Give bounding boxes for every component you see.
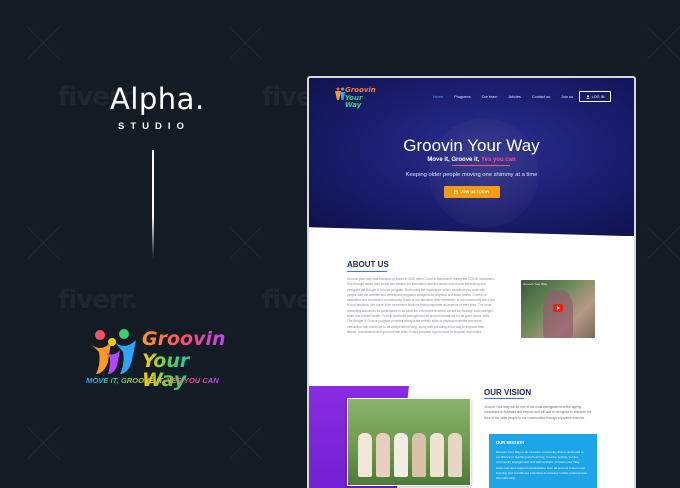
hero-underline: [452, 165, 510, 166]
nav-item-join-us[interactable]: Join us: [561, 95, 573, 99]
hero-subtitle-highlight: Yes you can: [480, 157, 516, 163]
main-nav: Home Programs Our team Articles Contact …: [433, 95, 573, 99]
login-label: LOG IN: [591, 94, 605, 99]
hero-subtitle-prefix: Move it, Groove it,: [427, 157, 480, 163]
watermark-cross-icon: [222, 220, 268, 266]
watermark-cross-icon: [640, 20, 680, 66]
intro-video[interactable]: Groovin Your Way: [521, 280, 595, 338]
hero-section: Groovin Your Way Home Programs Our team …: [309, 78, 634, 236]
dancing-figures-icon: [335, 87, 345, 100]
website-mockup: Groovin Your Way Home Programs Our team …: [307, 76, 636, 488]
vision-underline: [484, 398, 524, 399]
about-underline: [347, 271, 387, 272]
watermark-cross-icon: [20, 420, 66, 466]
hero-subtitle: Move it, Groove it, Yes you can: [309, 157, 634, 163]
video-thumbnail-person: [543, 290, 573, 338]
watermark-cross-icon: [20, 220, 66, 266]
hero-description: Keeping older people moving one shimmy a…: [405, 172, 538, 178]
site-logo-line1: Groovin: [345, 86, 376, 94]
nav-item-our-team[interactable]: Our team: [482, 95, 498, 99]
watermark-cross-icon: [222, 420, 268, 466]
play-icon[interactable]: [553, 304, 563, 312]
join-us-button[interactable]: JOIN US TODAY: [444, 186, 500, 198]
mission-text: Groovin Your Way is an inclusive communi…: [496, 450, 587, 481]
login-button[interactable]: LOG IN: [579, 91, 611, 102]
logo-line1: Groovin: [142, 328, 226, 350]
video-title: Groovin Your Way: [523, 282, 548, 286]
user-icon: [585, 94, 590, 99]
dancing-figures-icon: [89, 329, 136, 374]
brand-title: Alpha.: [110, 82, 205, 116]
calendar-icon: [454, 190, 459, 194]
nav-item-contact-us[interactable]: Contact us: [532, 95, 550, 99]
vision-heading: OUR VISION: [484, 388, 532, 397]
nav-item-articles[interactable]: Articles: [508, 95, 520, 99]
watermark-cross-icon: [640, 220, 680, 266]
site-logo[interactable]: Groovin Your Way: [335, 85, 376, 109]
site-logo-line2: Your Way: [345, 94, 363, 109]
nav-item-home[interactable]: Home: [433, 95, 443, 99]
watermark-text: fiverr.: [58, 285, 139, 315]
logo-tagline: MOVE IT, GROOVE IT, YES YOU CAN: [86, 376, 219, 385]
client-logo: Groovin Your Way MOVE IT, GROOVE IT, YES…: [86, 328, 236, 394]
watermark-cross-icon: [20, 20, 66, 66]
vision-text: Groovin Your Way will be one of the most…: [484, 405, 592, 420]
about-heading: ABOUT US: [347, 260, 389, 269]
nav-item-programs[interactable]: Programs: [454, 95, 470, 99]
brand-subtitle: STUDIO: [118, 121, 190, 132]
divider-line: [152, 150, 154, 258]
watermark-cross-icon: [222, 20, 268, 66]
mission-heading: OUR MISSION: [496, 440, 525, 445]
mission-card: OUR MISSION Groovin Your Way is an inclu…: [489, 434, 597, 488]
join-us-label: JOIN US TODAY: [460, 190, 490, 194]
about-text: Groovin your way was founded by Annie in…: [347, 277, 495, 334]
seniors-photo: [347, 398, 471, 486]
hero-title: Groovin Your Way: [403, 136, 540, 155]
